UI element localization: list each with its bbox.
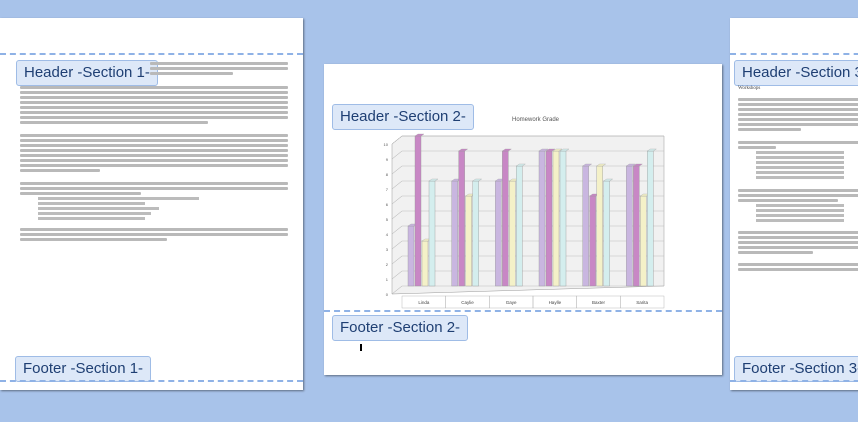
bar bbox=[472, 180, 479, 287]
bar bbox=[509, 180, 516, 287]
bar bbox=[603, 180, 610, 287]
footer-boundary-line bbox=[730, 380, 858, 382]
page-section-1: Header -Section 1- Footer -Section 1- bbox=[0, 18, 303, 390]
bar bbox=[495, 180, 502, 287]
bar bbox=[538, 150, 546, 287]
bar bbox=[502, 150, 509, 287]
page-section-3: Header -Section 3- Workshops Footer -Sec… bbox=[730, 18, 858, 390]
body-text bbox=[150, 60, 288, 77]
page-section-2: Header -Section 2- Homework Grade 0 1 2 3 4 5… bbox=[324, 64, 722, 375]
bar bbox=[516, 165, 523, 287]
header-boundary-line bbox=[730, 53, 858, 55]
bar bbox=[626, 165, 633, 287]
x-tick-label: Gaye bbox=[506, 300, 517, 305]
header-tag[interactable]: Header -Section 1- bbox=[16, 60, 158, 86]
x-tick-label: Sarita bbox=[636, 300, 648, 305]
y-tick-label: 6 bbox=[386, 202, 389, 207]
homework-chart[interactable]: 0 1 2 3 4 5 6 7 8 9 10 Linda Caylie Gaye Haylle Baxter S… bbox=[362, 128, 677, 318]
bar bbox=[428, 180, 436, 287]
y-tick-label: 1 bbox=[386, 277, 389, 282]
bar bbox=[414, 135, 422, 287]
bar bbox=[647, 150, 654, 287]
bar-top bbox=[414, 133, 425, 137]
x-tick-label: Baxter bbox=[592, 300, 606, 305]
bar bbox=[582, 165, 589, 287]
header-tag[interactable]: Header -Section 2- bbox=[332, 104, 474, 130]
y-tick-label: 2 bbox=[386, 262, 389, 267]
y-tick-label: 7 bbox=[386, 187, 389, 192]
y-tick-label: 3 bbox=[386, 247, 389, 252]
section-heading: Workshops bbox=[738, 86, 761, 91]
footer-boundary-line bbox=[324, 310, 722, 312]
bar bbox=[421, 240, 429, 287]
bar bbox=[458, 150, 465, 287]
footer-tag[interactable]: Footer -Section 3- bbox=[734, 356, 858, 382]
body-text bbox=[738, 96, 858, 273]
bar bbox=[589, 195, 596, 287]
y-tick-label: 10 bbox=[384, 142, 389, 147]
bar bbox=[633, 165, 640, 287]
bar bbox=[596, 165, 603, 287]
header-boundary-line bbox=[0, 53, 303, 55]
x-tick-label: Caylie bbox=[461, 300, 474, 305]
x-tick-label: Linda bbox=[418, 300, 430, 305]
bar bbox=[545, 150, 553, 287]
y-tick-label: 4 bbox=[386, 232, 389, 237]
text-cursor bbox=[360, 344, 362, 351]
header-tag[interactable]: Header -Section 3- bbox=[734, 60, 858, 86]
bar bbox=[552, 150, 560, 287]
body-text bbox=[20, 84, 288, 243]
bar bbox=[640, 195, 647, 287]
y-tick-label: 9 bbox=[386, 157, 389, 162]
x-tick-label: Haylle bbox=[549, 300, 562, 305]
bar bbox=[559, 150, 567, 287]
bar bbox=[451, 180, 458, 287]
footer-tag[interactable]: Footer -Section 1- bbox=[15, 356, 152, 382]
y-tick-label: 5 bbox=[386, 217, 389, 222]
footer-tag[interactable]: Footer -Section 2- bbox=[332, 315, 469, 341]
footer-boundary-line bbox=[0, 380, 303, 382]
bar bbox=[465, 195, 472, 287]
y-tick-label: 8 bbox=[386, 172, 389, 177]
y-tick-label: 0 bbox=[386, 292, 389, 297]
chart-title: Homework Grade bbox=[512, 117, 560, 123]
bar bbox=[407, 225, 415, 287]
